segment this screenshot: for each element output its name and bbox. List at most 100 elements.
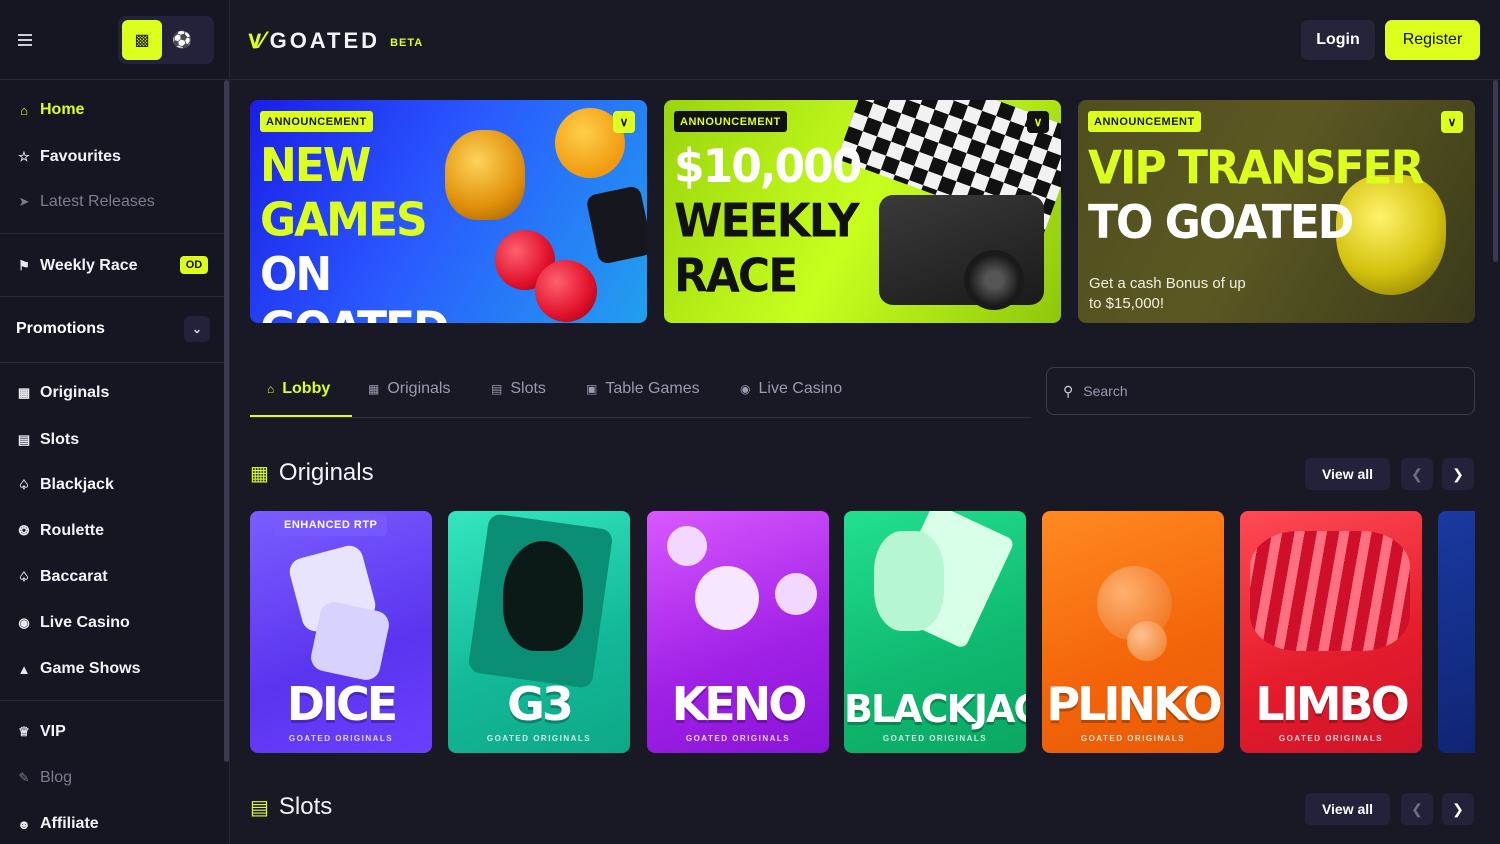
tab-label: Slots <box>510 380 546 397</box>
view-all-originals-button[interactable]: View all <box>1305 458 1390 490</box>
tab-label: Originals <box>387 380 451 397</box>
sidebar-item-label: Roulette <box>40 522 104 539</box>
sidebar-item-label: VIP <box>40 723 66 740</box>
search-placeholder: Search <box>1083 383 1128 399</box>
active-tab-indicator <box>250 415 352 417</box>
sidebar-item-blackjack[interactable]: ♤ Blackjack <box>16 474 114 496</box>
sidebar-item-favourites[interactable]: ☆ Favourites <box>16 146 121 168</box>
tab-label: Table Games <box>605 380 700 397</box>
sidebar-item-promotions[interactable]: Promotions ⌄ <box>16 316 210 342</box>
sidebar-item-label: Baccarat <box>40 568 108 585</box>
search-input[interactable]: ⚲ Search <box>1046 367 1475 415</box>
login-button[interactable]: Login <box>1301 20 1375 60</box>
sidebar-item-originals[interactable]: ▦ Originals <box>16 382 110 404</box>
chevron-left-icon[interactable]: ❮ <box>1401 458 1433 490</box>
chevron-right-icon[interactable]: ❯ <box>1442 793 1474 825</box>
section-title-originals: ▦ Originals <box>250 459 374 487</box>
dice-image <box>585 185 647 265</box>
wheel-image <box>964 250 1024 310</box>
sidebar-scrollbar[interactable] <box>224 80 229 762</box>
sidebar-item-home[interactable]: ⌂ Home <box>16 99 84 121</box>
tab-table-games[interactable]: ▣ Table Games <box>586 380 700 398</box>
sidebar-item-weekly-race[interactable]: ⚑ Weekly Race <box>16 255 137 277</box>
banner-subtitle: Get a cash Bonus of up to $15,000! <box>1089 275 1246 312</box>
section-title-text: Slots <box>278 793 333 820</box>
sidebar-item-blog[interactable]: ✎ Blog <box>16 767 72 789</box>
goat-logo-icon: ∨ <box>613 111 635 133</box>
game-card-blackjack[interactable]: BLACKJACK GOATED ORIGINALS <box>844 511 1026 753</box>
top-header: ∨⁄ GOATED BETA Login Register <box>230 0 1500 80</box>
menu-icon[interactable] <box>18 30 38 50</box>
banner-weekly-race[interactable]: ANNOUNCEMENT ∨ $10,000 WEEKLY RACE <box>664 100 1061 323</box>
crown-icon: ♕ <box>18 724 30 739</box>
affiliate-icon: ☻ <box>17 816 31 832</box>
sidebar-item-live-casino[interactable]: ◉ Live Casino <box>16 612 129 634</box>
main-scrollbar[interactable] <box>1493 80 1498 262</box>
goat-logo-icon: ∨ <box>1441 111 1463 133</box>
tab-live-casino[interactable]: ◉ Live Casino <box>740 380 842 398</box>
blog-icon: ✎ <box>18 770 30 785</box>
home-icon: ⌂ <box>20 102 28 118</box>
tab-label: Live Casino <box>758 380 843 397</box>
cherry-image <box>535 260 597 322</box>
tab-slots[interactable]: ▤ Slots <box>491 380 546 398</box>
banner-title-line: VIP TRANSFER <box>1088 141 1424 195</box>
originals-icon: ▦ <box>17 385 31 400</box>
sidebar-item-vip[interactable]: ♕ VIP <box>16 721 66 743</box>
slots-icon: ▤ <box>17 432 31 447</box>
sports-mode-icon[interactable]: ⚽ <box>162 20 202 60</box>
sidebar-item-label: Home <box>40 101 85 118</box>
search-icon: ⚲ <box>1063 382 1074 399</box>
sidebar-item-slots[interactable]: ▤ Slots <box>16 429 79 451</box>
game-card-limbo[interactable]: LIMBO GOATED ORIGINALS <box>1240 511 1422 753</box>
chevron-down-icon[interactable]: ⌄ <box>184 316 210 342</box>
chevron-left-icon[interactable]: ❮ <box>1401 793 1433 825</box>
banner-new-games[interactable]: ANNOUNCEMENT ∨ NEW GAMES ON GOATED <box>250 100 647 323</box>
beta-badge: BETA <box>390 36 424 49</box>
logo[interactable]: ∨⁄ GOATED BETA <box>246 26 423 55</box>
game-subtitle: GOATED ORIGINALS <box>1278 734 1384 743</box>
sidebar-item-latest-releases[interactable]: ➤ Latest Releases <box>16 191 155 213</box>
announcement-tag: ANNOUNCEMENT <box>1088 111 1201 132</box>
game-title: LIMBO <box>1255 677 1409 731</box>
dice-image <box>308 599 392 683</box>
app-root: ▩ ⚽ ⌂ Home ☆ Favourites ➤ Latest Release… <box>0 0 1500 844</box>
sidebar-item-affiliate[interactable]: ☻ Affiliate <box>16 813 99 835</box>
game-subtitle: GOATED ORIGINALS <box>288 734 394 743</box>
game-subtitle: GOATED ORIGINALS <box>1080 734 1186 743</box>
casino-mode-icon[interactable]: ▩ <box>122 20 162 60</box>
sidebar-item-label: Originals <box>40 384 110 401</box>
game-shows-icon: ▲ <box>17 661 31 677</box>
game-card-g3[interactable]: G3 GOATED ORIGINALS <box>448 511 630 753</box>
hand-image <box>874 531 944 631</box>
announcement-tag: ANNOUNCEMENT <box>260 111 373 132</box>
sidebar-item-label: Blackjack <box>40 476 114 493</box>
weekly-race-badge: OD <box>180 256 208 274</box>
banner-title: $10,000 WEEKLY RACE <box>674 140 862 304</box>
register-button[interactable]: Register <box>1385 20 1480 60</box>
banner-title: NEW GAMES ON GOATED <box>260 139 490 323</box>
game-card-keno[interactable]: KENO GOATED ORIGINALS <box>647 511 829 753</box>
game-card-plinko[interactable]: PLINKO GOATED ORIGINALS <box>1042 511 1224 753</box>
game-subtitle: GOATED ORIGINALS <box>882 734 988 743</box>
lobby-tabs: ⌂ Lobby ▦ Originals ▤ Slots ▣ Table Game… <box>250 366 1031 418</box>
banner-vip-transfer[interactable]: ANNOUNCEMENT ∨ VIP TRANSFER TO GOATED Ge… <box>1078 100 1475 323</box>
game-card-partial[interactable] <box>1438 511 1475 753</box>
ball-image <box>667 526 707 566</box>
section-title-slots: ▤ Slots <box>250 793 332 821</box>
sidebar-item-roulette[interactable]: ❂ Roulette <box>16 520 104 542</box>
sidebar-item-label: Game Shows <box>40 660 141 677</box>
tab-originals[interactable]: ▦ Originals <box>368 380 450 398</box>
chevron-right-icon[interactable]: ❯ <box>1442 458 1474 490</box>
section-title-text: Originals <box>278 459 374 486</box>
tab-lobby[interactable]: ⌂ Lobby <box>267 380 330 398</box>
sidebar-item-baccarat[interactable]: ♤ Baccarat <box>16 566 108 588</box>
game-card-dice[interactable]: ENHANCED RTP DICE GOATED ORIGINALS <box>250 511 432 753</box>
game-subtitle: GOATED ORIGINALS <box>685 734 791 743</box>
live-icon: ◉ <box>18 615 30 630</box>
banner-title: VIP TRANSFER TO GOATED <box>1088 141 1424 250</box>
mode-toggle: ▩ ⚽ <box>118 16 214 64</box>
sidebar-item-game-shows[interactable]: ▲ Game Shows <box>16 658 141 680</box>
view-all-slots-button[interactable]: View all <box>1305 793 1390 825</box>
tab-label: Lobby <box>282 380 331 397</box>
